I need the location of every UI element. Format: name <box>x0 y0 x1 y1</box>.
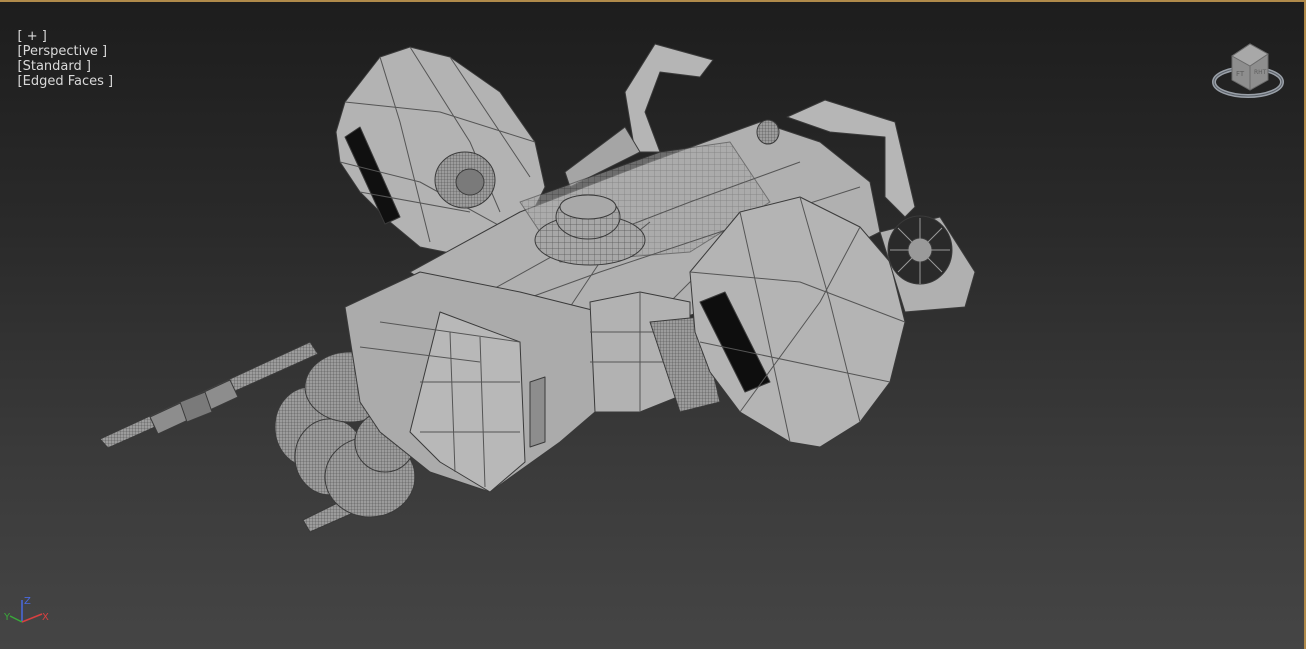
axis-x-label: X <box>42 612 49 623</box>
viewcube-face-right: RHT <box>1254 69 1267 76</box>
spaceship-mesh-icon[interactable] <box>0 2 1306 649</box>
viewcube-face-left: FT <box>1236 70 1245 78</box>
small-dome-rear <box>756 119 780 145</box>
axis-y-label: Y <box>3 612 11 623</box>
left-intake-ring <box>434 151 496 209</box>
axis-tripod-icon: Z X Y <box>3 596 49 623</box>
perspective-viewport[interactable]: [ + ] [Perspective ] [Standard ] [Edged … <box>0 0 1306 649</box>
axis-z-label: Z <box>24 596 31 607</box>
viewcube-icon[interactable]: FT RHT <box>1210 40 1288 102</box>
